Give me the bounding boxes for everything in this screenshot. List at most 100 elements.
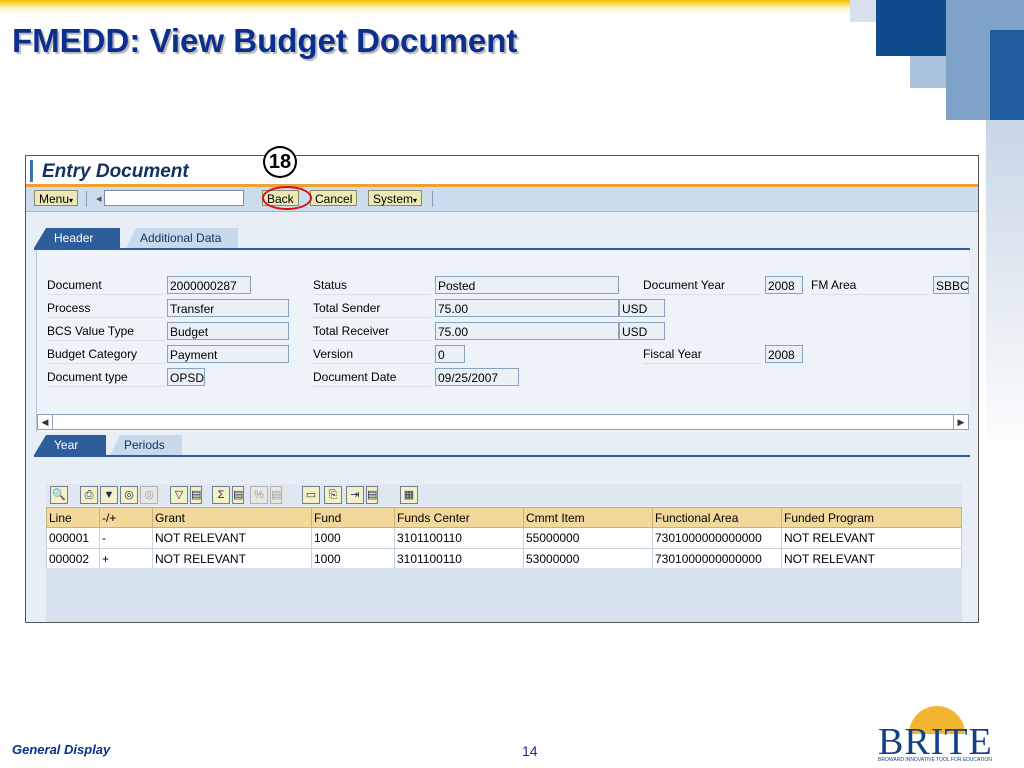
- cell-functional-area[interactable]: 7301000000000000: [652, 548, 782, 570]
- total-sender-currency-field[interactable]: USD: [619, 299, 665, 317]
- toolbar-separator: [86, 191, 87, 207]
- budget-category-field[interactable]: Payment: [167, 345, 289, 363]
- document-type-field[interactable]: OPSD: [167, 368, 205, 386]
- column-header-line[interactable]: Line: [46, 507, 100, 528]
- total-sender-field[interactable]: 75.00: [435, 299, 619, 317]
- cell-fund[interactable]: 1000: [311, 548, 395, 570]
- page-number: 14: [522, 743, 538, 759]
- application-toolbar: Menu▾ ◂ Back Cancel System▾: [26, 187, 978, 212]
- decorative-block: [986, 120, 1024, 460]
- cell-funded-program[interactable]: NOT RELEVANT: [781, 527, 962, 549]
- find-next-icon[interactable]: ◎: [140, 486, 158, 504]
- cell-fund[interactable]: 1000: [311, 527, 395, 549]
- cell-sign[interactable]: +: [99, 548, 153, 570]
- version-field[interactable]: 0: [435, 345, 465, 363]
- column-header-sign[interactable]: -/+: [99, 507, 153, 528]
- tab-header[interactable]: Header: [34, 228, 120, 248]
- cell-sign[interactable]: -: [99, 527, 153, 549]
- column-header-funded-program[interactable]: Funded Program: [781, 507, 962, 528]
- bcs-value-type-field[interactable]: Budget: [167, 322, 289, 340]
- tab-periods[interactable]: Periods: [110, 435, 182, 455]
- column-header-funds-center[interactable]: Funds Center: [394, 507, 524, 528]
- cell-funds-center[interactable]: 3101100110: [394, 548, 524, 570]
- status-label: Status: [313, 276, 431, 295]
- filter-menu-icon[interactable]: ▤: [190, 486, 202, 504]
- details-icon[interactable]: 🔍: [50, 486, 68, 504]
- window-title-bar: Entry Document: [26, 156, 978, 184]
- export-spreadsheet-icon[interactable]: ⇥: [346, 486, 364, 504]
- process-field[interactable]: Transfer: [167, 299, 289, 317]
- cell-grant[interactable]: NOT RELEVANT: [152, 548, 312, 570]
- cell-funded-program[interactable]: NOT RELEVANT: [781, 548, 962, 570]
- export-icon[interactable]: ⎘: [324, 486, 342, 504]
- bcs-value-type-label: BCS Value Type: [47, 322, 165, 341]
- decorative-block: [910, 56, 946, 88]
- step-callout-badge: 18: [263, 146, 297, 178]
- process-label: Process: [47, 299, 165, 318]
- find-icon[interactable]: ◎: [120, 486, 138, 504]
- document-year-label: Document Year: [643, 276, 761, 295]
- status-field[interactable]: Posted: [435, 276, 619, 294]
- cell-cmmt-item[interactable]: 53000000: [523, 548, 653, 570]
- column-header-fund[interactable]: Fund: [311, 507, 395, 528]
- table-row[interactable]: 000001 - NOT RELEVANT 1000 3101100110 55…: [46, 527, 962, 549]
- total-receiver-currency-field[interactable]: USD: [619, 322, 665, 340]
- dropdown-icon: ▾: [413, 196, 418, 205]
- print-preview-icon[interactable]: ▭: [302, 486, 320, 504]
- cancel-button[interactable]: Cancel: [310, 190, 358, 206]
- document-date-field[interactable]: 09/25/2007: [435, 368, 519, 386]
- table-header-row: Line -/+ Grant Fund Funds Center Cmmt It…: [46, 507, 962, 528]
- table-row[interactable]: 000002 + NOT RELEVANT 1000 3101100110 53…: [46, 548, 962, 570]
- budget-category-label: Budget Category: [47, 345, 165, 364]
- total-sender-label: Total Sender: [313, 299, 431, 318]
- set-filter-icon[interactable]: ▽: [170, 486, 188, 504]
- cell-cmmt-item[interactable]: 55000000: [523, 527, 653, 549]
- menu-button[interactable]: Menu▾: [34, 190, 79, 206]
- window-title: Entry Document: [42, 161, 189, 182]
- header-horizontal-scrollbar[interactable]: ◀ ▶: [37, 414, 969, 430]
- total-receiver-field[interactable]: 75.00: [435, 322, 619, 340]
- cell-grant[interactable]: NOT RELEVANT: [152, 527, 312, 549]
- layout-icon[interactable]: ▦: [400, 486, 418, 504]
- system-button[interactable]: System▾: [368, 190, 423, 206]
- document-year-field[interactable]: 2008: [765, 276, 803, 294]
- document-field[interactable]: 2000000287: [167, 276, 251, 294]
- decorative-block: [990, 30, 1024, 120]
- brite-logo-tagline: BROWARD INNOVATIVE TOOL FOR EDUCATION: [878, 757, 992, 763]
- scroll-right-icon[interactable]: ▶: [953, 415, 968, 429]
- cell-funds-center[interactable]: 3101100110: [394, 527, 524, 549]
- column-header-functional-area[interactable]: Functional Area: [652, 507, 782, 528]
- document-label: Document: [47, 276, 165, 295]
- print-icon[interactable]: ⎙: [80, 486, 98, 504]
- title-accent: [30, 160, 33, 182]
- subtotal-icon[interactable]: %: [250, 486, 268, 504]
- fm-area-label: FM Area: [811, 276, 929, 295]
- sum-icon[interactable]: Σ: [212, 486, 230, 504]
- column-header-grant[interactable]: Grant: [152, 507, 312, 528]
- version-label: Version: [313, 345, 431, 364]
- sum-menu-icon[interactable]: ▤: [232, 486, 244, 504]
- tab-additional-data[interactable]: Additional Data: [126, 228, 238, 248]
- total-receiver-label: Total Receiver: [313, 322, 431, 341]
- cell-line[interactable]: 000002: [46, 548, 100, 570]
- cell-line[interactable]: 000001: [46, 527, 100, 549]
- line-items-table: Line -/+ Grant Fund Funds Center Cmmt It…: [46, 507, 962, 570]
- toolbar-separator: [432, 191, 433, 207]
- scroll-left-icon[interactable]: ◀: [38, 415, 53, 429]
- column-header-cmmt-item[interactable]: Cmmt Item: [523, 507, 653, 528]
- export-menu-icon[interactable]: ▤: [366, 486, 378, 504]
- command-field-toggle-icon[interactable]: ◂: [96, 192, 102, 205]
- filter-icon[interactable]: ▼: [100, 486, 118, 504]
- subtotal-menu-icon[interactable]: ▤: [270, 486, 282, 504]
- fiscal-year-field[interactable]: 2008: [765, 345, 803, 363]
- header-panel: Document 2000000287 Process Transfer BCS…: [36, 250, 969, 432]
- menu-button-label: Menu: [39, 192, 70, 206]
- alv-toolbar: 🔍 ⎙ ▼ ◎ ◎ ▽ ▤ Σ ▤ % ▤ ▭ ⎘ ⇥ ▤ ▦: [46, 484, 962, 506]
- cell-functional-area[interactable]: 7301000000000000: [652, 527, 782, 549]
- tab-year[interactable]: Year: [34, 435, 106, 455]
- document-date-label: Document Date: [313, 368, 431, 387]
- slide-title: FMEDD: View Budget Document: [12, 22, 518, 59]
- decorative-block: [850, 0, 876, 22]
- fm-area-field[interactable]: SBBC: [933, 276, 969, 294]
- command-field[interactable]: [104, 190, 244, 206]
